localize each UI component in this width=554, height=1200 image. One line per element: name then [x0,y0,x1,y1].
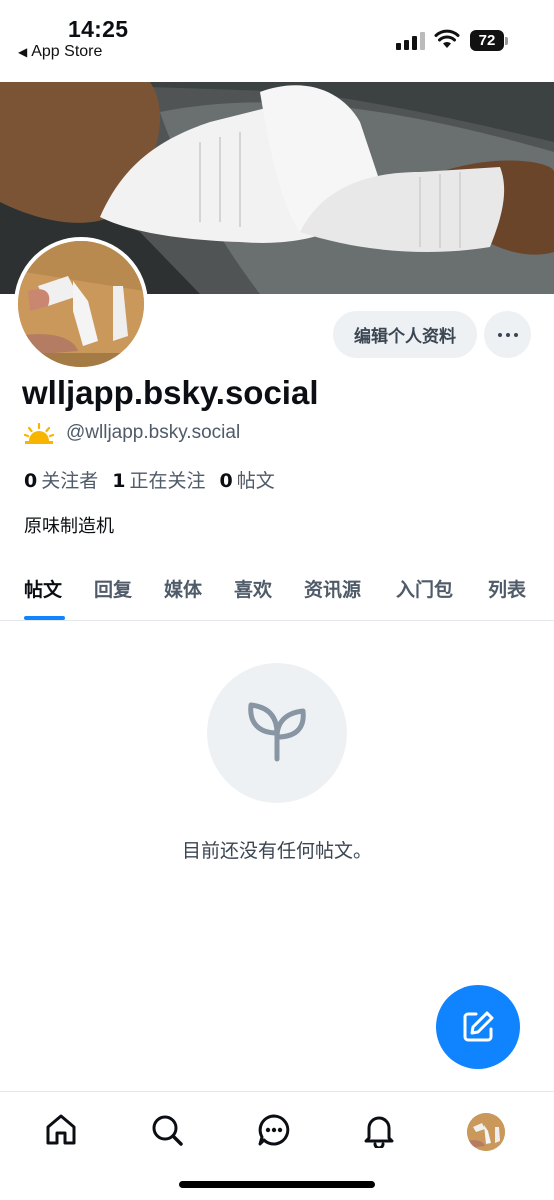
back-to-app-store[interactable]: ◀ App Store [18,43,102,61]
following-stat[interactable]: 1 正在关注 [112,466,205,493]
avatar-image [18,241,144,367]
edit-profile-button[interactable]: 编辑个人资料 [333,311,477,358]
profile-bio: 原味制造机 [24,516,114,537]
search-icon [152,1115,183,1146]
handle-row: @wlljapp.bsky.social [24,422,240,444]
more-dot-icon [505,332,510,337]
posts-label: 帖文 [236,470,275,492]
status-time: 14:25 [68,16,129,42]
bell-icon [364,1116,394,1148]
tab-starter-packs[interactable]: 入门包 [396,575,453,602]
empty-state-message: 目前还没有任何帖文。 [181,840,372,862]
tab-media[interactable]: 媒体 [164,575,202,602]
followers-count: 0 [24,470,38,492]
sprout-icon [248,702,306,762]
profile-tabs: 帖文 回复 媒体 喜欢 资讯源 入门包 列表 [0,565,554,621]
compose-icon [463,1011,494,1042]
posts-stat: 0 帖文 [220,466,275,493]
tab-lists[interactable]: 列表 [488,575,526,602]
following-count: 1 [112,470,126,492]
posts-count: 0 [219,470,233,492]
followers-stat[interactable]: 0 关注者 [24,466,98,493]
tab-replies[interactable]: 回复 [94,575,132,602]
nav-notifications[interactable] [359,1110,399,1150]
avatar-image [467,1113,505,1151]
back-triangle-icon: ◀ [18,45,28,59]
battery-indicator: 72 [470,30,504,51]
home-indicator [179,1181,375,1188]
tab-posts[interactable]: 帖文 [24,575,62,602]
followers-label: 关注者 [41,470,99,492]
more-dot-icon [497,332,502,337]
profile-avatar[interactable] [14,237,148,371]
profile-handle: @wlljapp.bsky.social [66,422,241,443]
empty-state-badge [207,663,347,803]
more-options-button[interactable] [484,311,531,358]
profile-stats: 0 关注者 1 正在关注 0 帖文 [24,466,275,493]
following-label: 正在关注 [129,470,206,492]
back-label: App Store [31,43,103,60]
nav-home[interactable] [41,1110,81,1150]
active-tab-indicator [24,616,65,620]
chat-icon [258,1114,290,1146]
display-name: wlljapp.bsky.social [22,374,319,411]
nav-chat[interactable] [254,1110,294,1150]
nav-search[interactable] [147,1110,187,1150]
more-dot-icon [513,332,518,337]
nav-profile-avatar[interactable] [467,1113,505,1151]
tab-feeds[interactable]: 资讯源 [304,575,361,602]
sunrise-icon [24,422,54,444]
wifi-icon [434,29,460,48]
home-icon [46,1114,76,1145]
compose-post-button[interactable] [436,985,520,1069]
status-bar: 14:25 ◀ App Store 72 [0,0,554,82]
battery-tip [505,37,508,45]
tab-likes[interactable]: 喜欢 [234,575,272,602]
cellular-signal-icon [396,32,425,50]
